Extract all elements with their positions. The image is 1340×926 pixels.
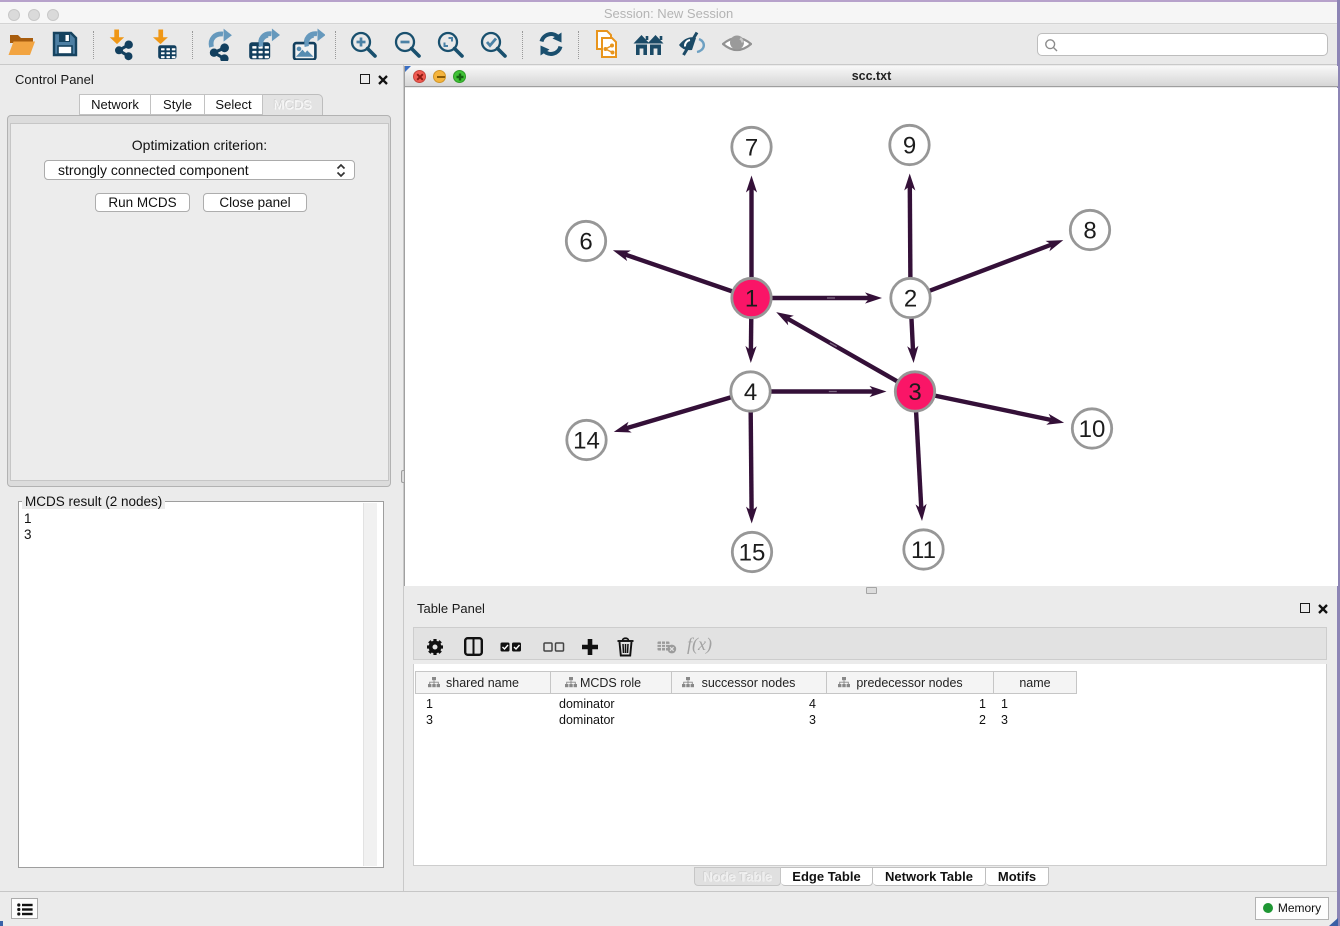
svg-text:7: 7 bbox=[745, 135, 758, 162]
svg-text:10: 10 bbox=[1079, 416, 1106, 443]
svg-text:9: 9 bbox=[903, 133, 916, 160]
svg-text:3: 3 bbox=[908, 379, 921, 406]
svg-text:1: 1 bbox=[745, 286, 758, 313]
svg-text:2: 2 bbox=[904, 286, 917, 313]
svg-text:6: 6 bbox=[579, 229, 592, 256]
svg-text:4: 4 bbox=[744, 379, 757, 406]
svg-text:14: 14 bbox=[573, 428, 600, 455]
svg-text:8: 8 bbox=[1083, 218, 1096, 245]
svg-text:11: 11 bbox=[911, 537, 936, 564]
svg-text:15: 15 bbox=[739, 540, 766, 567]
